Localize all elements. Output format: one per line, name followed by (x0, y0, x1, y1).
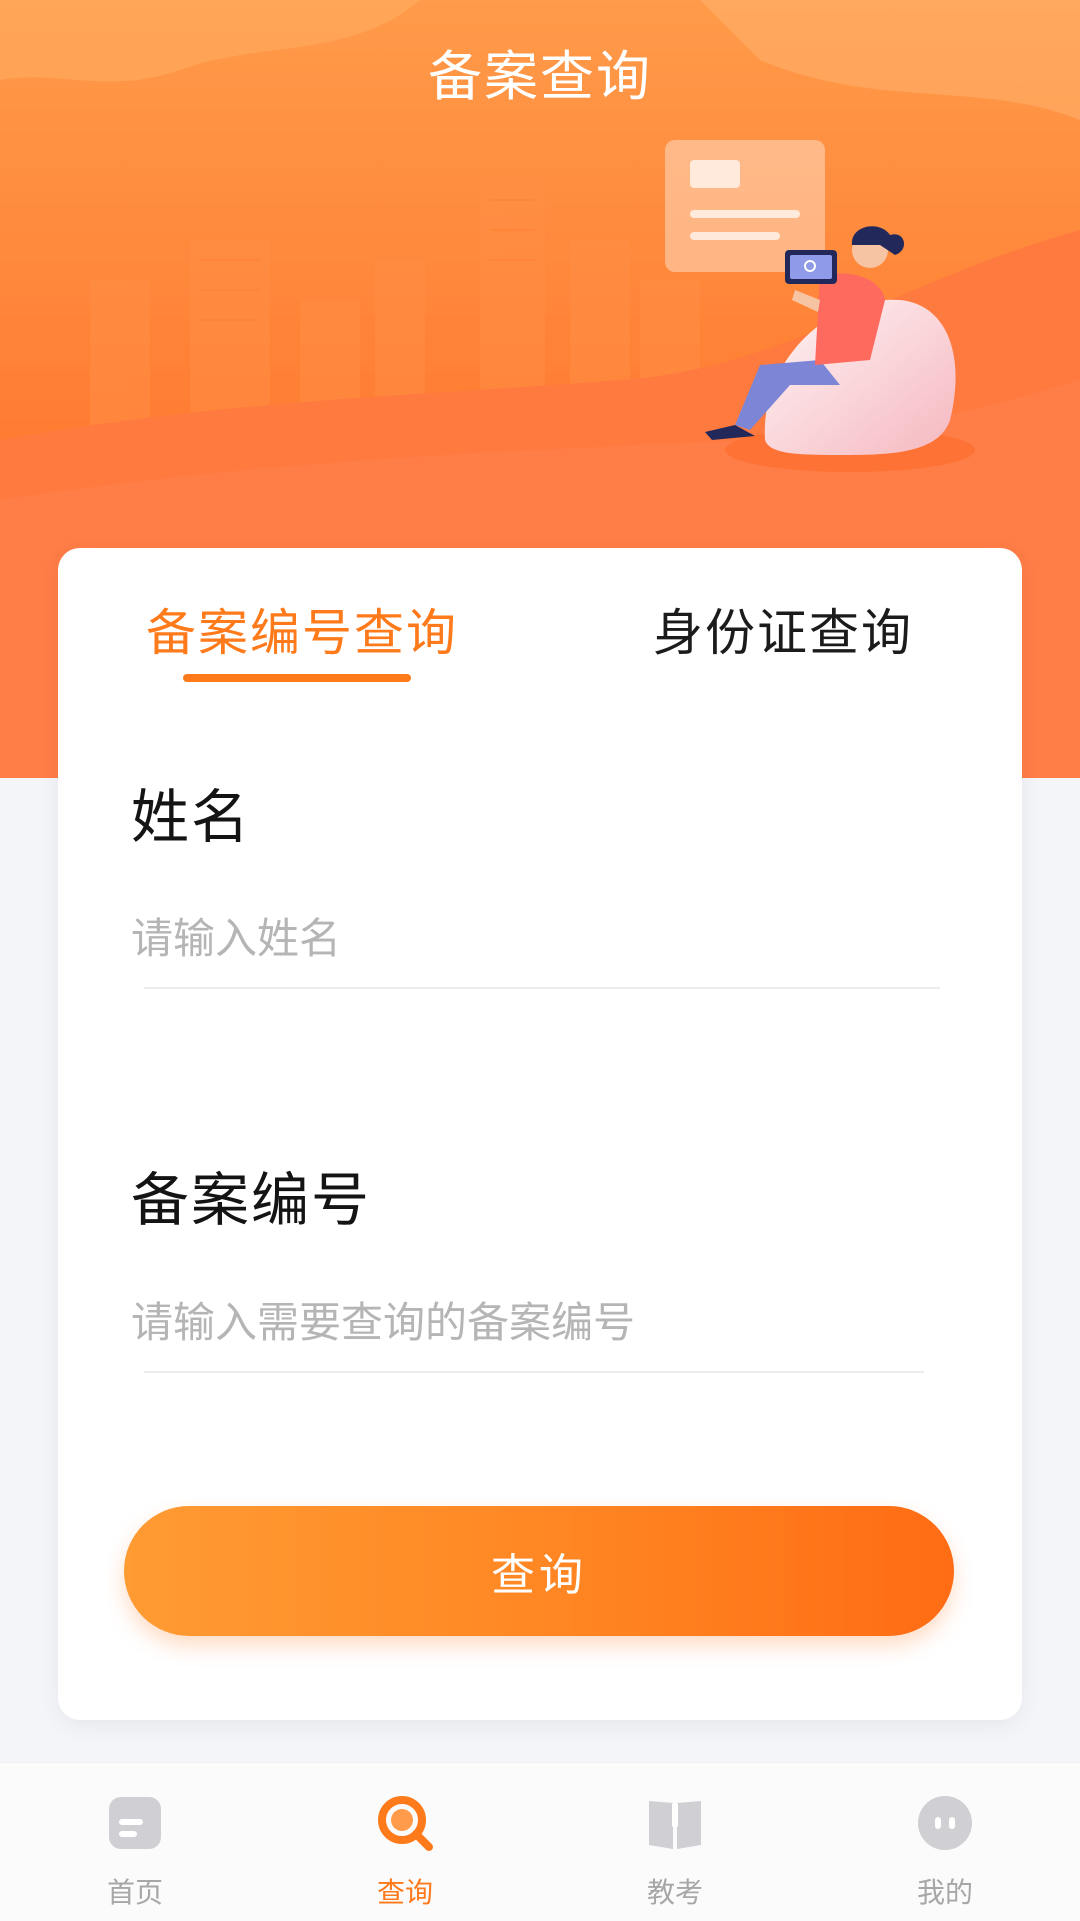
query-button[interactable]: 查询 (124, 1506, 954, 1636)
nav-label-profile: 我的 (916, 1876, 973, 1909)
nav-item-home[interactable]: 首页 (35, 1763, 235, 1921)
page-title: 备案查询 (428, 45, 652, 108)
nav-item-profile[interactable]: 我的 (845, 1763, 1045, 1921)
nav-label-query: 查询 (376, 1876, 433, 1909)
record-number-input-underline (144, 1371, 924, 1373)
nav-label-home: 首页 (106, 1876, 163, 1909)
profile-icon (918, 1796, 972, 1850)
home-icon (109, 1797, 161, 1849)
nav-item-exam[interactable]: 教考 (575, 1763, 775, 1921)
record-number-input[interactable] (131, 1285, 937, 1359)
tab-id-card-query[interactable]: 身份证查询 (653, 593, 913, 665)
record-number-field-label: 备案编号 (131, 1166, 372, 1234)
query-card: 备案编号查询 身份证查询 姓名 备案编号 查询 (58, 548, 1022, 1720)
nav-label-exam: 教考 (646, 1876, 703, 1909)
search-icon (378, 1796, 433, 1851)
name-field-label: 姓名 (131, 783, 252, 851)
tab-record-number-query[interactable]: 备案编号查询 (146, 593, 458, 665)
bottom-tab-bar: 首页 查询 教考 我的 (0, 1762, 1080, 1921)
book-icon (649, 1801, 701, 1849)
nav-item-query[interactable]: 查询 (305, 1763, 505, 1921)
name-input-underline (144, 987, 940, 989)
active-tab-indicator (183, 674, 411, 682)
name-input[interactable] (131, 901, 937, 975)
